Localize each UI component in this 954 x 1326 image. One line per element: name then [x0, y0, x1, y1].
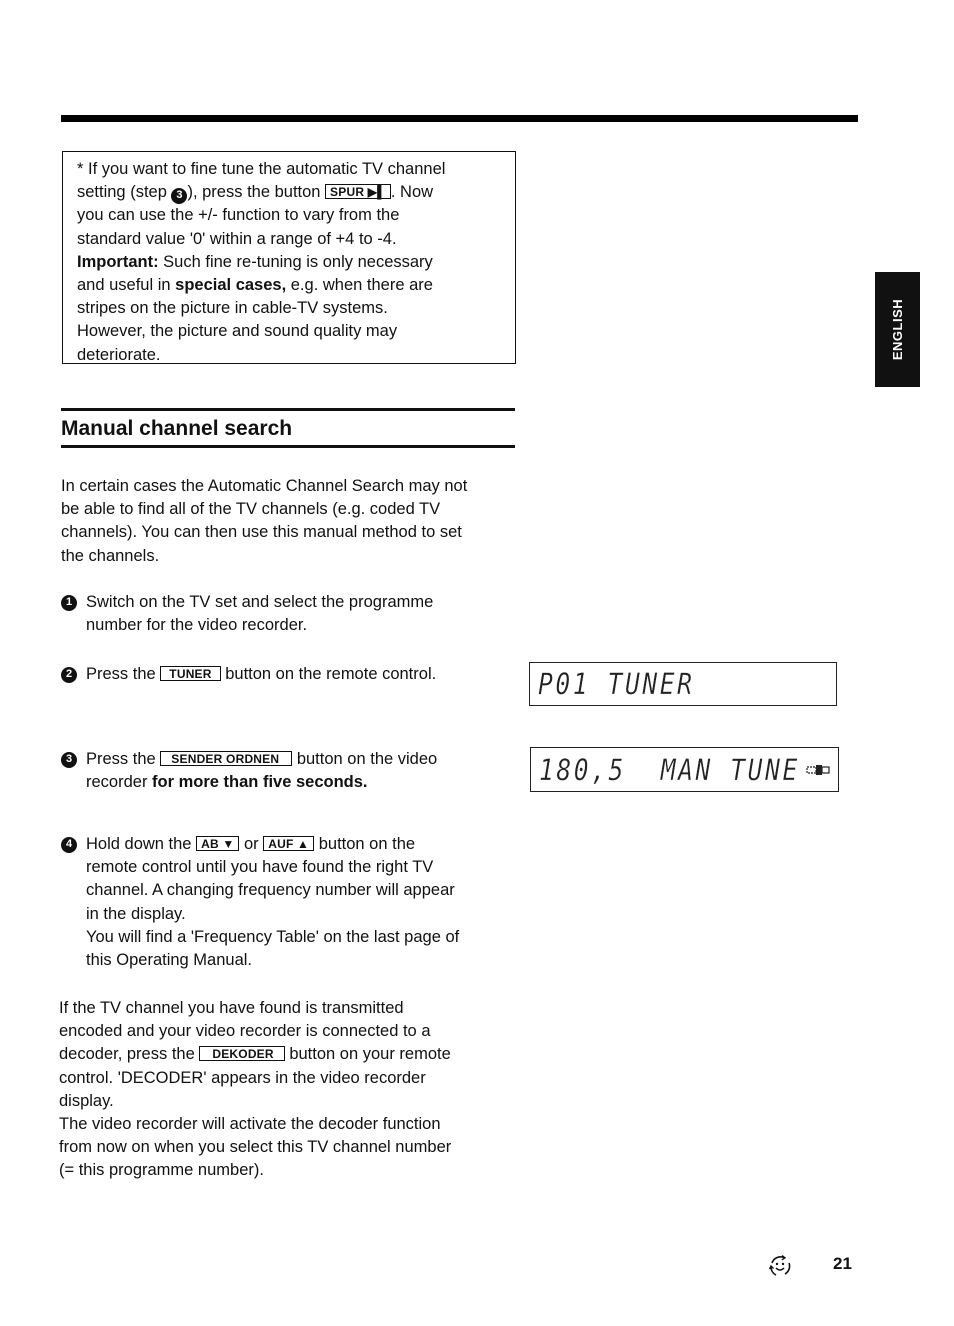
section-header: Manual channel search [61, 408, 515, 448]
step-number-badge: 3 [61, 752, 77, 768]
note-line: setting (step 3), press the button SPUR … [77, 181, 515, 204]
top-rule [61, 115, 858, 122]
step-3: 3 Press the SENDER ORDNEN button on the … [61, 748, 511, 794]
decoder-indicator-icon [806, 765, 830, 775]
step-3-badge: 3 [171, 187, 188, 204]
dekoder-button-label: DEKODER [199, 1046, 285, 1062]
note-line: However, the picture and sound quality m… [77, 322, 398, 341]
auf-up-button-label: AUF ▲ [263, 836, 315, 851]
note-line: you can use the +/- function to vary fro… [77, 206, 400, 225]
note-line: standard value '0' within a range of +4 … [77, 229, 397, 248]
recycle-smiley-icon [768, 1254, 791, 1276]
step-4: 4 Hold down the AB ▼ or AUF ▲ button on … [61, 833, 511, 972]
display-text: P01 TUNER [538, 667, 695, 701]
decoder-paragraph: If the TV channel you have found is tran… [59, 999, 452, 1180]
note-line: deteriorate. [77, 345, 161, 364]
vcr-display-tuner: P01 TUNER [529, 662, 837, 706]
section-title: Manual channel search [61, 417, 293, 440]
display-text: 180,5 MAN TUNE [539, 752, 800, 787]
intro-paragraph: In certain cases the Automatic Channel S… [61, 477, 468, 565]
step-2: 2 Press the TUNER button on the remote c… [61, 663, 511, 686]
spur-button-label: SPUR ▶▌ [325, 184, 391, 200]
language-tab: ENGLISH [875, 272, 920, 387]
sender-ordnen-button-label: SENDER ORDNEN [160, 751, 293, 766]
ab-down-button-label: AB ▼ [196, 836, 240, 851]
note-line: * If you want to fine tune the automatic… [77, 160, 446, 178]
step-number-badge: 1 [61, 595, 77, 611]
tuner-button-label: TUNER [160, 666, 221, 681]
note-line: Important: Such fine re-tuning is only n… [77, 252, 433, 271]
page-number: 21 [833, 1254, 852, 1273]
step-number-badge: 2 [61, 667, 77, 683]
step-1: 1 Switch on the TV set and select the pr… [61, 591, 511, 637]
step-number-badge: 4 [61, 837, 77, 853]
note-line: stripes on the picture in cable-TV syste… [77, 299, 388, 318]
vcr-display-man-tune: 180,5 MAN TUNE [530, 747, 839, 792]
note-line: and useful in special cases, e.g. when t… [77, 276, 433, 295]
fine-tune-note: * If you want to fine tune the automatic… [62, 151, 516, 364]
